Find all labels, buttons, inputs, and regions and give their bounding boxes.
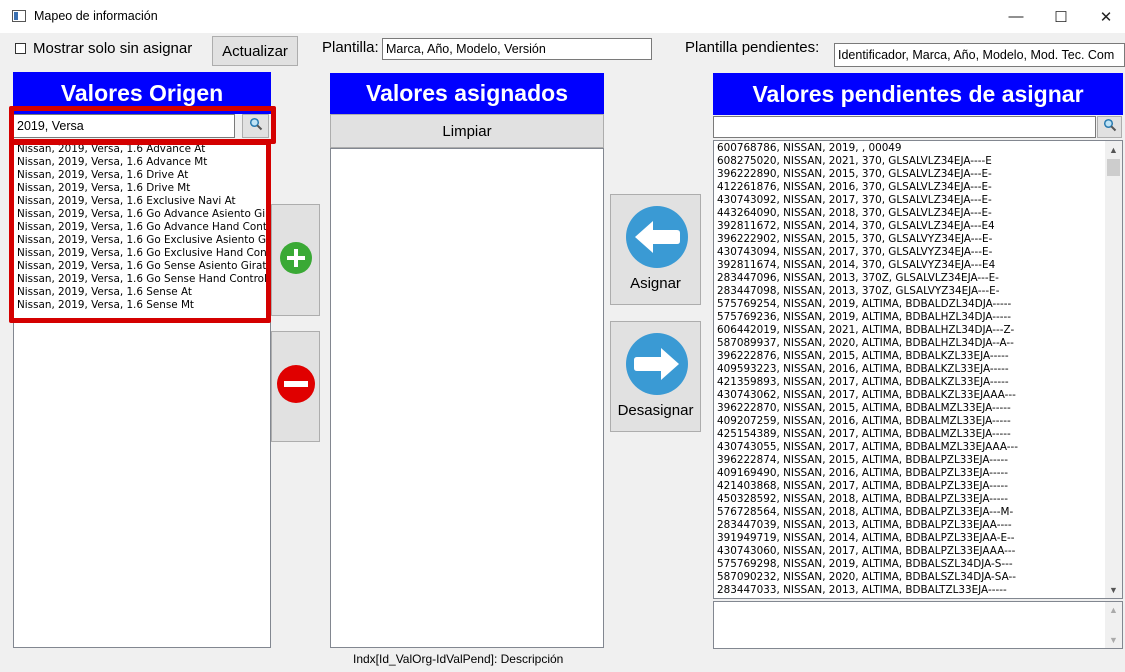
pending-list-item[interactable]: 575769236, NISSAN, 2019, ALTIMA, BDBALHZ… — [715, 311, 1018, 324]
pending-detail-box[interactable]: ▲ ▼ — [713, 601, 1123, 649]
pending-list-item[interactable]: 608275020, NISSAN, 2021, 370, GLSALVLZ34… — [715, 155, 1018, 168]
arrow-left-icon — [625, 205, 689, 274]
arrow-right-icon — [625, 332, 689, 401]
pending-list-item[interactable]: 396222876, NISSAN, 2015, ALTIMA, BDBALKZ… — [715, 350, 1018, 363]
title-bar — [0, 0, 1125, 33]
pending-list-item[interactable]: 606442019, NISSAN, 2021, ALTIMA, BDBALHZ… — [715, 324, 1018, 337]
pending-list-item[interactable]: 421403868, NISSAN, 2017, ALTIMA, BDBALPZ… — [715, 480, 1018, 493]
pending-list-item[interactable]: 412261876, NISSAN, 2016, 370, GLSALVLZ34… — [715, 181, 1018, 194]
pending-header: Valores pendientes de asignar — [713, 73, 1123, 115]
results-highlight-frame — [9, 140, 271, 323]
template-label: Plantilla: — [322, 39, 379, 56]
pending-list-item[interactable]: 425154389, NISSAN, 2017, ALTIMA, BDBALMZ… — [715, 428, 1018, 441]
scroll-up-icon[interactable]: ▲ — [1109, 145, 1118, 155]
pending-list-item[interactable]: 575769298, NISSAN, 2019, ALTIMA, BDBALSZ… — [715, 558, 1018, 571]
assigned-list[interactable] — [330, 148, 604, 648]
template-field[interactable]: Marca, Año, Modelo, Versión — [382, 38, 652, 60]
pending-list-item[interactable]: 396222870, NISSAN, 2015, ALTIMA, BDBALMZ… — [715, 402, 1018, 415]
scroll-down-icon[interactable]: ▼ — [1109, 585, 1118, 595]
pending-list-item[interactable]: 587089937, NISSAN, 2020, ALTIMA, BDBALHZ… — [715, 337, 1018, 350]
pending-list-item[interactable]: 409593223, NISSAN, 2016, ALTIMA, BDBALKZ… — [715, 363, 1018, 376]
assign-button[interactable]: Asignar — [610, 194, 701, 305]
pending-list-item[interactable]: 450328592, NISSAN, 2018, ALTIMA, BDBALPZ… — [715, 493, 1018, 506]
remove-icon — [276, 364, 316, 409]
pending-list-item[interactable]: 600768786, NISSAN, 2019, , 00049 — [715, 142, 1018, 155]
pending-list-item[interactable]: 576728564, NISSAN, 2018, ALTIMA, BDBALPZ… — [715, 506, 1018, 519]
pending-list-item[interactable]: 430743062, NISSAN, 2017, ALTIMA, BDBALKZ… — [715, 389, 1018, 402]
pending-list-item[interactable]: 392811672, NISSAN, 2014, 370, GLSALVLZ34… — [715, 220, 1018, 233]
unassign-label: Desasignar — [617, 402, 694, 419]
pending-search-button[interactable] — [1097, 116, 1122, 138]
assign-label: Asignar — [630, 275, 681, 292]
pending-list-item[interactable]: 430743092, NISSAN, 2017, 370, GLSALVLZ34… — [715, 194, 1018, 207]
pending-template-field[interactable]: Identificador, Marca, Año, Modelo, Mod. … — [834, 43, 1125, 67]
minimize-button[interactable]: — — [993, 0, 1039, 33]
scroll-up-icon[interactable]: ▲ — [1109, 605, 1118, 615]
pending-list-item[interactable]: 575769254, NISSAN, 2019, ALTIMA, BDBALDZ… — [715, 298, 1018, 311]
pending-list-item[interactable]: 283447096, NISSAN, 2013, 370Z, GLSALVLZ3… — [715, 272, 1018, 285]
pending-list-item[interactable]: 409207259, NISSAN, 2016, ALTIMA, BDBALMZ… — [715, 415, 1018, 428]
add-button[interactable] — [271, 204, 320, 316]
only-unassigned-checkbox[interactable] — [15, 43, 26, 54]
pending-list-item[interactable]: 421359893, NISSAN, 2017, ALTIMA, BDBALKZ… — [715, 376, 1018, 389]
clear-button[interactable]: Limpiar — [330, 114, 604, 148]
maximize-button[interactable]: ☐ — [1038, 0, 1084, 33]
pending-list-item[interactable]: 430743055, NISSAN, 2017, ALTIMA, BDBALMZ… — [715, 441, 1018, 454]
only-unassigned-label: Mostrar solo sin asignar — [33, 40, 193, 57]
pending-list-item[interactable]: 587090232, NISSAN, 2020, ALTIMA, BDBALSZ… — [715, 571, 1018, 584]
pending-list[interactable]: 600768786, NISSAN, 2019, , 00049 60827502… — [713, 140, 1123, 599]
unassign-button[interactable]: Desasignar — [610, 321, 701, 432]
pending-list-item[interactable]: 392811674, NISSAN, 2014, 370, GLSALVYZ34… — [715, 259, 1018, 272]
scroll-thumb[interactable] — [1107, 159, 1120, 176]
pending-list-item[interactable]: 430743094, NISSAN, 2017, 370, GLSALVYZ34… — [715, 246, 1018, 259]
pending-scrollbar[interactable]: ▲ ▼ — [1105, 141, 1122, 598]
pending-list-item[interactable]: 396222902, NISSAN, 2015, 370, GLSALVYZ34… — [715, 233, 1018, 246]
add-icon — [278, 240, 314, 281]
pending-list-item[interactable]: 283447039, NISSAN, 2013, ALTIMA, BDBALPZ… — [715, 519, 1018, 532]
pending-list-item[interactable]: 283447033, NISSAN, 2013, ALTIMA, BDBALTZ… — [715, 584, 1018, 597]
window-title: Mapeo de información — [34, 9, 158, 23]
pending-list-item[interactable]: 396222890, NISSAN, 2015, 370, GLSALVLZ34… — [715, 168, 1018, 181]
detail-scrollbar[interactable]: ▲ ▼ — [1105, 602, 1122, 648]
remove-button[interactable] — [271, 331, 320, 442]
pending-list-item[interactable]: 409169490, NISSAN, 2016, ALTIMA, BDBALPZ… — [715, 467, 1018, 480]
pending-list-item[interactable]: 443264090, NISSAN, 2018, 370, GLSALVLZ34… — [715, 207, 1018, 220]
search-highlight-frame — [9, 106, 276, 144]
pending-search-input[interactable] — [713, 116, 1096, 138]
scroll-down-icon[interactable]: ▼ — [1109, 635, 1118, 645]
refresh-button[interactable]: Actualizar — [212, 36, 298, 66]
footer-legend: Indx[Id_ValOrg-IdValPend]: Descripción — [353, 652, 564, 666]
pending-list-item[interactable]: 391949719, NISSAN, 2014, ALTIMA, BDBALPZ… — [715, 532, 1018, 545]
pending-list-item[interactable]: 396222874, NISSAN, 2015, ALTIMA, BDBALPZ… — [715, 454, 1018, 467]
pending-list-item[interactable]: 430743060, NISSAN, 2017, ALTIMA, BDBALPZ… — [715, 545, 1018, 558]
pending-template-label: Plantilla pendientes: — [685, 39, 820, 56]
app-icon — [12, 10, 26, 22]
pending-list-item[interactable]: 283447098, NISSAN, 2013, 370Z, GLSALVYZ3… — [715, 285, 1018, 298]
assigned-header: Valores asignados — [330, 73, 604, 114]
search-icon — [1103, 118, 1117, 137]
close-button[interactable]: ✕ — [1083, 0, 1125, 33]
